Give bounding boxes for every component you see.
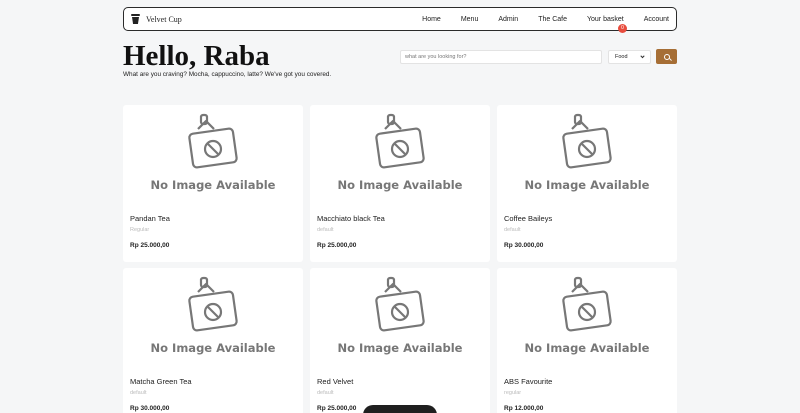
category-select-value: Food	[615, 54, 628, 60]
product-card[interactable]: No Image Available Coffee Baileys defaul…	[497, 105, 677, 262]
product-name: Coffee Baileys	[504, 214, 553, 223]
product-price: Rp 25.000,00	[130, 242, 170, 249]
product-price: Rp 25.000,00	[317, 405, 357, 412]
product-image-placeholder: No Image Available	[310, 105, 490, 205]
no-image-text: No Image Available	[150, 178, 276, 192]
nav-menu[interactable]: Menu	[461, 16, 479, 23]
basket-count-badge: 0	[617, 23, 627, 33]
search-button[interactable]	[656, 49, 677, 64]
floating-basket-bar[interactable]	[363, 405, 437, 413]
navbar: Velvet Cup Home Menu Admin The Cafe Your…	[123, 7, 677, 33]
search-input[interactable]	[400, 50, 602, 64]
product-card[interactable]: No Image Available ABS Favourite regular…	[497, 268, 677, 413]
product-variant: default	[317, 227, 334, 233]
page-subtitle: What are you craving? Mocha, cappuccino,…	[123, 71, 332, 78]
product-name: Macchiato black Tea	[317, 214, 385, 223]
product-image-placeholder: No Image Available	[123, 105, 303, 205]
product-card[interactable]: No Image Available Red Velvet default Rp…	[310, 268, 490, 413]
no-image-text: No Image Available	[337, 178, 463, 192]
nav-home[interactable]: Home	[422, 16, 441, 23]
nav-links: Home Menu Admin The Cafe Your basket 0 A…	[422, 15, 669, 33]
coffee-cup-icon	[131, 14, 140, 24]
category-select[interactable]: Food	[608, 50, 651, 64]
nav-account[interactable]: Account	[644, 16, 669, 23]
product-price: Rp 25.000,00	[317, 242, 357, 249]
page-title: Hello, Raba	[123, 40, 270, 72]
product-price: Rp 30.000,00	[130, 405, 170, 412]
nav-your-basket[interactable]: Your basket 0	[586, 15, 627, 33]
search-icon	[663, 53, 670, 60]
product-name: Matcha Green Tea	[130, 377, 192, 386]
nav-your-basket-label: Your basket	[586, 15, 624, 23]
chevron-down-icon	[640, 53, 645, 58]
product-name: Pandan Tea	[130, 214, 170, 223]
no-image-text: No Image Available	[150, 341, 276, 355]
brand[interactable]: Velvet Cup	[131, 14, 182, 24]
product-card[interactable]: No Image Available Matcha Green Tea defa…	[123, 268, 303, 413]
no-image-text: No Image Available	[337, 341, 463, 355]
product-name: Red Velvet	[317, 377, 354, 386]
no-image-text: No Image Available	[524, 341, 650, 355]
product-price: Rp 12.000,00	[504, 405, 544, 412]
product-variant: default	[130, 390, 147, 396]
product-price: Rp 30.000,00	[504, 242, 544, 249]
product-image-placeholder: No Image Available	[497, 268, 677, 368]
product-card[interactable]: No Image Available Macchiato black Tea d…	[310, 105, 490, 262]
product-image-placeholder: No Image Available	[497, 105, 677, 205]
product-image-placeholder: No Image Available	[310, 268, 490, 368]
product-variant: default	[504, 227, 521, 233]
nav-admin[interactable]: Admin	[498, 16, 518, 23]
product-image-placeholder: No Image Available	[123, 268, 303, 368]
nav-the-cafe[interactable]: The Cafe	[538, 16, 567, 23]
product-variant: Regular	[130, 227, 150, 233]
product-name: ABS Favourite	[504, 377, 553, 386]
brand-name: Velvet Cup	[146, 14, 182, 24]
product-variant: regular	[504, 390, 522, 396]
product-variant: default	[317, 390, 334, 396]
product-card[interactable]: No Image Available Pandan Tea Regular Rp…	[123, 105, 303, 262]
no-image-text: No Image Available	[524, 178, 650, 192]
